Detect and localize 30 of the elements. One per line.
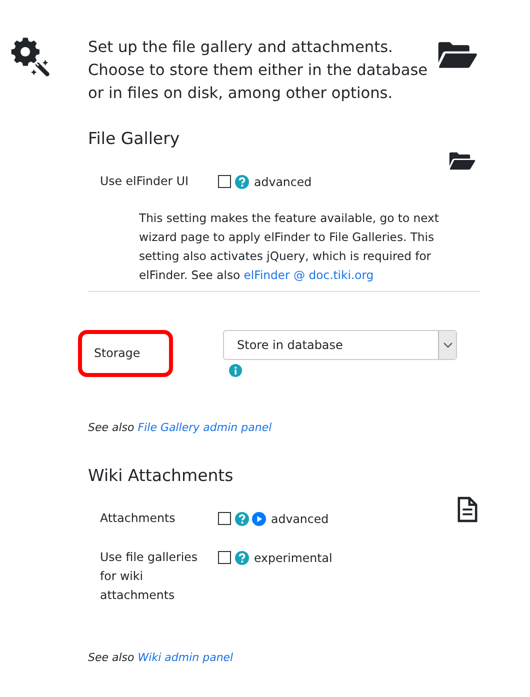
doc-link[interactable]: elFinder @ doc.tiki.org bbox=[244, 268, 374, 282]
play-icon bbox=[252, 512, 266, 526]
tag-label: advanced bbox=[271, 512, 329, 526]
setting-label: Storage bbox=[78, 330, 173, 377]
caret-icon bbox=[442, 342, 452, 348]
setting-label: Attachments bbox=[100, 510, 176, 527]
folder-icon bbox=[447, 151, 478, 171]
admin-panel-link[interactable]: File Gallery admin panel bbox=[138, 421, 272, 434]
setting-description: This setting makes the feature available, go to next wizard page to apply elFinder to File Galleries. This setting also activates jQuery, which is required for elFinder. See also elFinder @ doc.tiki.org bbox=[139, 210, 440, 284]
see-also-text: See also File Gallery admin panel bbox=[88, 421, 273, 434]
settings-wand-icon bbox=[11, 36, 51, 78]
help-icon bbox=[235, 174, 249, 188]
section-title: File Gallery bbox=[88, 128, 181, 150]
help-icon bbox=[235, 550, 249, 564]
folder-icon bbox=[436, 40, 480, 70]
help-icon bbox=[235, 512, 249, 526]
see-also-text: See also Wiki admin panel bbox=[88, 651, 234, 664]
section-title: Wiki Attachments bbox=[88, 465, 234, 487]
setting-label: Use elFinder UI bbox=[100, 173, 190, 190]
tag-label: experimental bbox=[254, 550, 332, 564]
checkbox[interactable] bbox=[218, 512, 231, 525]
tag-label: advanced bbox=[254, 174, 312, 188]
document-icon bbox=[457, 496, 478, 523]
info-icon bbox=[229, 364, 242, 377]
storage-select[interactable]: Store in database bbox=[223, 330, 457, 360]
checkbox[interactable] bbox=[218, 175, 231, 188]
setting-label: Use file galleries for wiki attachments bbox=[100, 549, 199, 604]
checkbox[interactable] bbox=[218, 551, 231, 564]
intro-text: Set up the file gallery and attachments. Choose to store them either in the database or in files on disk, among other options. bbox=[88, 37, 429, 104]
admin-panel-link[interactable]: Wiki admin panel bbox=[138, 651, 234, 664]
